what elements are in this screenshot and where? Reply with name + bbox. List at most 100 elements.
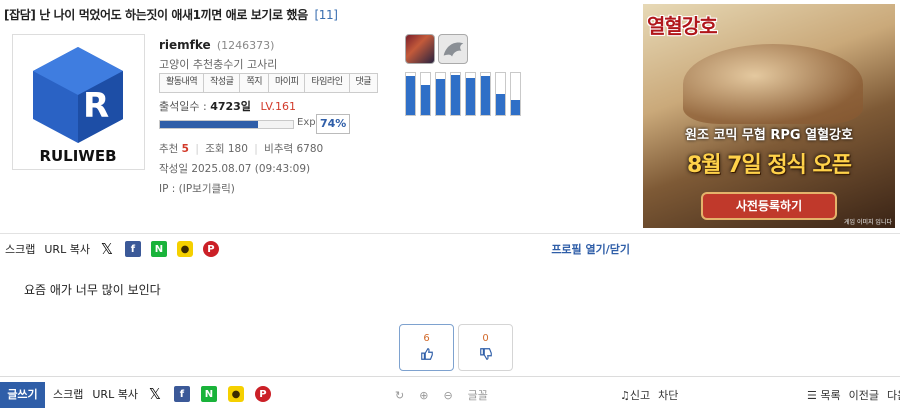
facebook-icon[interactable]: f (173, 386, 190, 402)
user-tab-posts[interactable]: 작성글 (204, 74, 241, 92)
avatar[interactable] (405, 34, 435, 64)
recommend-count: 5 (181, 143, 189, 155)
user-name[interactable]: riemfke (159, 38, 211, 52)
bottom-toolbar: 글쓰기 스크랩 URL 복사 𝕏 f N ● P ↻ ⊕ ⊖ 글꼴 ♫신고 차단… (0, 376, 900, 413)
user-tab-mypi[interactable]: 마이피 (269, 74, 306, 92)
ad-logo: 열혈강호 (647, 14, 718, 38)
list-button[interactable]: ☰ 목록 (807, 387, 841, 403)
x-icon[interactable]: 𝕏 (147, 385, 163, 403)
prev-post-button[interactable]: 이전글 (849, 387, 879, 403)
user-level: LV.161 (260, 100, 296, 113)
downvote-button[interactable]: 0 (458, 324, 513, 371)
kakao-icon[interactable]: ● (227, 386, 244, 402)
report-button[interactable]: ♫신고 (620, 387, 650, 403)
activity-bar (480, 72, 491, 116)
user-tab-activity[interactable]: 활동내역 (160, 74, 205, 92)
view-count: 조회 180 (205, 143, 248, 155)
next-post-button[interactable]: 다음 (887, 387, 900, 403)
view-tools: ↻ ⊕ ⊖ 글꼴 (395, 387, 503, 403)
post-stats: 추천 5 | 조회 180 | 비추력 6780 (159, 141, 323, 156)
share-row: 스크랩 URL 복사 𝕏 f N ● P (5, 240, 229, 258)
ruliweb-cube-icon: R RULIWEB (33, 47, 123, 165)
naver-icon[interactable]: N (150, 241, 167, 257)
write-button[interactable]: 글쓰기 (0, 382, 45, 408)
url-copy-button[interactable]: URL 복사 (44, 241, 90, 257)
profile-toggle[interactable]: 프로필 열기/닫기 (551, 241, 630, 257)
user-tabs: 활동내역 작성글 쪽지 마이피 타임라인 댓글 (159, 73, 379, 93)
ad-fineprint: 게임 이미지 입니다 (844, 219, 892, 226)
naver-icon[interactable]: N (200, 386, 217, 402)
avatar-icons (405, 34, 468, 64)
post-title: 난 나이 먹었어도 하는짓이 애새1끼면 애로 보기로 했음 (39, 8, 308, 22)
exp-percent: 74% (316, 114, 351, 134)
activity-bar (405, 72, 416, 116)
thumbs-down-icon (459, 347, 512, 365)
user-tab-comments[interactable]: 댓글 (349, 74, 378, 92)
user-name-line: riemfke (1246373) (159, 38, 399, 52)
report-area: ♫신고 차단 (620, 387, 678, 403)
pinterest-icon[interactable]: P (254, 386, 271, 402)
report-label: 신고 (629, 389, 651, 402)
ad-cta-button[interactable]: 사전등록하기 (703, 194, 835, 218)
refresh-icon[interactable]: ↻ (395, 389, 404, 402)
activity-bar-fill (436, 79, 445, 115)
ad-hero-image (683, 44, 863, 124)
recommend-label: 추천 (159, 143, 179, 155)
downvote-count: 0 (482, 333, 489, 344)
activity-bar-fill (511, 100, 520, 115)
user-id: (1246373) (216, 39, 275, 52)
ad-banner[interactable]: 열혈강호 원조 코믹 무협 RPG 열혈강호 8월 7일 정식 오픈 사전등록하… (643, 4, 895, 228)
logo-letter: R (83, 86, 109, 126)
author-profile: R RULIWEB riemfke (1246373) 고양이 추천충수기 고사… (0, 28, 640, 258)
activity-bar (435, 72, 446, 116)
facebook-icon[interactable]: f (124, 241, 141, 257)
attend-label: 출석일수 : (159, 100, 207, 113)
activity-bar-fill (451, 75, 460, 115)
scrap-button[interactable]: 스크랩 (5, 241, 35, 257)
exp-bar-fill (160, 121, 259, 128)
post-category: [잡담] (4, 8, 36, 22)
post-title-bar: [잡담] 난 나이 먹었어도 하는짓이 애새1끼면 애로 보기로 했음 [11] (4, 6, 634, 28)
avatar[interactable] (438, 34, 468, 64)
upvote-count: 6 (423, 333, 430, 344)
exp-bar (159, 120, 294, 129)
post-date: 작성일 2025.08.07 (09:43:09) (159, 163, 311, 175)
kakao-icon[interactable]: ● (176, 241, 193, 257)
user-info: riemfke (1246373) 고양이 추천충수기 고사리 (159, 38, 399, 72)
activity-bar (420, 72, 431, 116)
vote-area: 6 0 (399, 324, 513, 371)
bottom-share-row: 스크랩 URL 복사 𝕏 f N ● P (53, 385, 282, 403)
activity-bar (510, 72, 521, 116)
ad-headline: 8월 7일 정식 오픈 (686, 153, 852, 178)
divider (0, 233, 900, 234)
ruliweb-logo: R RULIWEB (12, 34, 145, 170)
stats-sep: | (195, 143, 199, 155)
user-tab-timeline[interactable]: 타임라인 (305, 74, 350, 92)
post-body: 요즘 애가 너무 많이 보인다 (24, 283, 161, 297)
activity-bar (495, 72, 506, 116)
activity-bar-fill (496, 94, 505, 115)
x-icon[interactable]: 𝕏 (99, 240, 115, 258)
stats-sep: | (254, 143, 258, 155)
thumbs-up-icon (400, 347, 453, 365)
activity-bar-fill (406, 76, 415, 115)
post-ip[interactable]: IP : (IP보기클릭) (159, 181, 235, 196)
dolphin-icon (443, 42, 464, 57)
url-copy-button[interactable]: URL 복사 (92, 386, 138, 402)
zoom-out-icon[interactable]: ⊖ (443, 389, 452, 402)
activity-bar (450, 72, 461, 116)
user-rank: 고양이 추천충수기 고사리 (159, 58, 278, 71)
scrap-button[interactable]: 스크랩 (53, 386, 83, 402)
list-label: 목록 (820, 389, 841, 402)
ratio: 비추력 6780 (264, 143, 324, 155)
ad-subtitle: 원조 코믹 무협 RPG 열혈강호 (685, 128, 853, 143)
pinterest-icon[interactable]: P (202, 241, 219, 257)
font-button[interactable]: 글꼴 (468, 387, 488, 403)
post-navigation: ☰ 목록 이전글 다음 (807, 387, 900, 403)
comment-count[interactable]: [11] (315, 8, 338, 22)
block-button[interactable]: 차단 (658, 387, 678, 403)
zoom-in-icon[interactable]: ⊕ (419, 389, 428, 402)
activity-bar-fill (481, 76, 490, 115)
user-tab-message[interactable]: 쪽지 (240, 74, 270, 92)
upvote-button[interactable]: 6 (399, 324, 454, 371)
